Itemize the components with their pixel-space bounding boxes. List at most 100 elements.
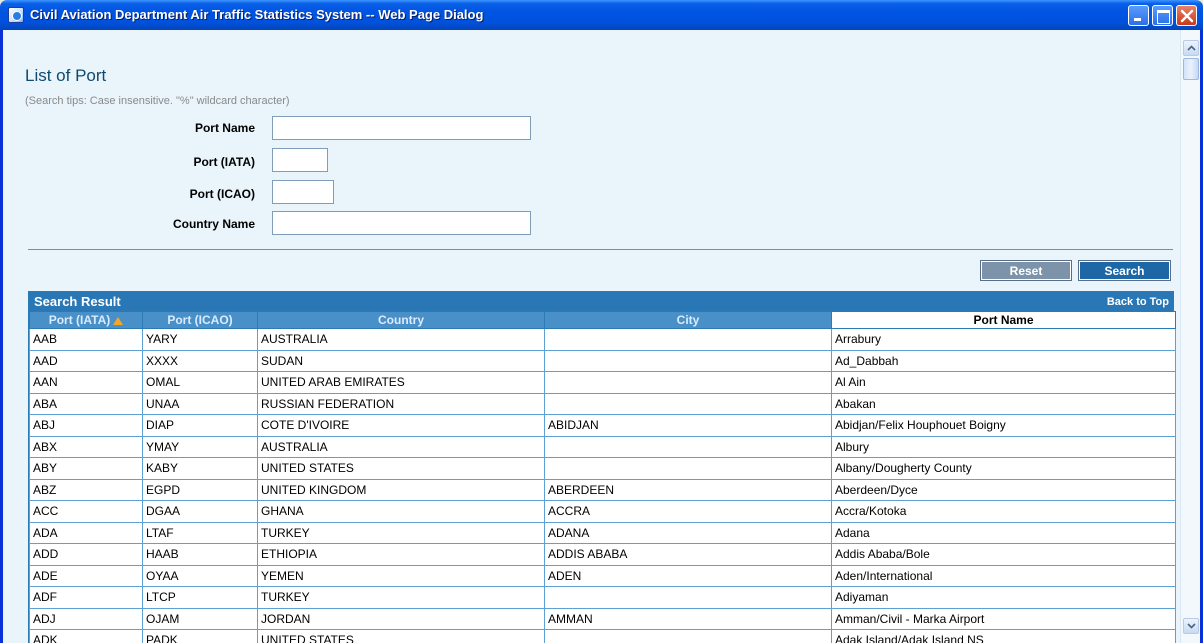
- reset-button[interactable]: Reset: [980, 260, 1072, 281]
- port-iata-cell: ADD: [29, 543, 143, 566]
- port-icao-cell: OMAL: [142, 371, 258, 394]
- port-icao-cell: EGPD: [142, 478, 258, 501]
- port-iata-cell: ADF: [29, 586, 143, 609]
- country-cell: COTE D'IVOIRE: [257, 414, 545, 437]
- city-cell: [544, 457, 832, 480]
- port-name-cell: Al Ain: [831, 371, 1176, 394]
- dialog-content: List of Port (Search tips: Case insensit…: [3, 30, 1180, 643]
- port-iata-cell: ABZ: [29, 478, 143, 501]
- country-cell: AUSTRALIA: [257, 328, 545, 351]
- city-cell: ABERDEEN: [544, 478, 832, 501]
- search-tips: (Search tips: Case insensitive. "%" wild…: [25, 95, 290, 107]
- back-to-top-link[interactable]: Back to Top: [1107, 296, 1169, 308]
- column-header-country[interactable]: Country: [257, 311, 545, 329]
- table-row[interactable]: ADE OYAA YEMEN ADEN Aden/International: [29, 564, 1176, 587]
- port-name-cell: Adiyaman: [831, 586, 1176, 609]
- country-cell: UNITED STATES: [257, 629, 545, 643]
- chevron-down-icon: [1187, 623, 1196, 629]
- port-name-cell: Addis Ababa/Bole: [831, 543, 1176, 566]
- port-icao-cell: LTCP: [142, 586, 258, 609]
- port-iata-cell: ABY: [29, 457, 143, 480]
- title-bar[interactable]: Civil Aviation Department Air Traffic St…: [0, 0, 1203, 30]
- window-frame: List of Port (Search tips: Case insensit…: [0, 30, 1203, 643]
- port-iata-input[interactable]: [272, 148, 328, 172]
- table-row[interactable]: ABX YMAY AUSTRALIA Albury: [29, 435, 1176, 458]
- scroll-thumb[interactable]: [1183, 58, 1199, 80]
- city-cell: ADEN: [544, 564, 832, 587]
- city-cell: ABIDJAN: [544, 414, 832, 437]
- port-iata-cell: ABX: [29, 435, 143, 458]
- table-row[interactable]: ADJ OJAM JORDAN AMMAN Amman/Civil - Marka Ai…: [29, 607, 1176, 630]
- close-button[interactable]: [1176, 5, 1197, 26]
- city-cell: [544, 371, 832, 394]
- city-cell: [544, 435, 832, 458]
- country-cell: AUSTRALIA: [257, 435, 545, 458]
- city-cell: [544, 586, 832, 609]
- table-row[interactable]: AAD XXXX SUDAN Ad_Dabbah: [29, 349, 1176, 372]
- table-row[interactable]: ABY KABY UNITED STATES Albany/Dougherty Cou…: [29, 457, 1176, 480]
- chevron-up-icon: [1187, 45, 1196, 51]
- close-icon: [1180, 9, 1194, 23]
- table-row[interactable]: ABZ EGPD UNITED KINGDOM ABERDEEN Aberdeen/Dy…: [29, 478, 1176, 501]
- scroll-down-button[interactable]: [1183, 618, 1199, 634]
- country-cell: UNITED KINGDOM: [257, 478, 545, 501]
- port-icao-cell: YMAY: [142, 435, 258, 458]
- column-header-port-name[interactable]: Port Name: [831, 311, 1176, 329]
- country-cell: JORDAN: [257, 607, 545, 630]
- port-icao-cell: LTAF: [142, 521, 258, 544]
- port-name-cell: Accra/Kotoka: [831, 500, 1176, 523]
- table-row[interactable]: ADK PADK UNITED STATES Adak Island/Adak Isl…: [29, 629, 1176, 643]
- sort-ascending-icon: [113, 317, 124, 325]
- country-cell: TURKEY: [257, 521, 545, 544]
- maximize-button[interactable]: [1152, 5, 1173, 26]
- port-iata-cell: ACC: [29, 500, 143, 523]
- port-icao-cell: PADK: [142, 629, 258, 643]
- port-iata-cell: ADJ: [29, 607, 143, 630]
- port-iata-cell: AAN: [29, 371, 143, 394]
- search-result-title: Search Result: [34, 294, 121, 309]
- divider: [28, 249, 1173, 250]
- window-title: Civil Aviation Department Air Traffic St…: [30, 7, 484, 22]
- port-icao-cell: OJAM: [142, 607, 258, 630]
- table-header-row: Port (IATA) Port (ICAO) Country City Por…: [29, 311, 1176, 329]
- city-cell: [544, 392, 832, 415]
- port-name-cell: Abakan: [831, 392, 1176, 415]
- table-row[interactable]: ADF LTCP TURKEY Adiyaman: [29, 586, 1176, 609]
- port-icao-cell: YARY: [142, 328, 258, 351]
- table-row[interactable]: AAN OMAL UNITED ARAB EMIRATES Al Ain: [29, 371, 1176, 394]
- port-name-cell: Ad_Dabbah: [831, 349, 1176, 372]
- city-cell: [544, 349, 832, 372]
- table-row[interactable]: ABA UNAA RUSSIAN FEDERATION Abakan: [29, 392, 1176, 415]
- city-cell: AMMAN: [544, 607, 832, 630]
- scroll-up-button[interactable]: [1183, 40, 1199, 56]
- port-name-cell: Aberdeen/Dyce: [831, 478, 1176, 501]
- column-header-city[interactable]: City: [544, 311, 832, 329]
- port-icao-input[interactable]: [272, 180, 334, 204]
- port-icao-cell: KABY: [142, 457, 258, 480]
- table-row[interactable]: ABJ DIAP COTE D'IVOIRE ABIDJAN Abidjan/Felix…: [29, 414, 1176, 437]
- table-row[interactable]: ACC DGAA GHANA ACCRA Accra/Kotoka: [29, 500, 1176, 523]
- table-row[interactable]: ADD HAAB ETHIOPIA ADDIS ABABA Addis Ababa/Bo…: [29, 543, 1176, 566]
- column-header-port-iata[interactable]: Port (IATA): [29, 311, 143, 329]
- port-iata-cell: ABA: [29, 392, 143, 415]
- ie-dialog-icon: [8, 7, 24, 23]
- country-name-input[interactable]: [272, 211, 531, 235]
- search-result-header: Search Result Back to Top: [29, 292, 1173, 311]
- city-cell: ADANA: [544, 521, 832, 544]
- city-cell: [544, 629, 832, 643]
- country-cell: RUSSIAN FEDERATION: [257, 392, 545, 415]
- port-icao-cell: DIAP: [142, 414, 258, 437]
- port-name-label: Port Name: [194, 121, 255, 135]
- port-name-cell: Albury: [831, 435, 1176, 458]
- port-name-cell: Aden/International: [831, 564, 1176, 587]
- port-name-input[interactable]: [272, 116, 531, 140]
- column-header-port-icao[interactable]: Port (ICAO): [142, 311, 258, 329]
- vertical-scrollbar[interactable]: [1180, 30, 1200, 643]
- search-button[interactable]: Search: [1078, 260, 1171, 281]
- port-name-cell: Arrabury: [831, 328, 1176, 351]
- page-title: List of Port: [25, 66, 107, 85]
- table-row[interactable]: ADA LTAF TURKEY ADANA Adana: [29, 521, 1176, 544]
- minimize-button[interactable]: [1128, 5, 1149, 26]
- country-cell: SUDAN: [257, 349, 545, 372]
- table-row[interactable]: AAB YARY AUSTRALIA Arrabury: [29, 328, 1176, 351]
